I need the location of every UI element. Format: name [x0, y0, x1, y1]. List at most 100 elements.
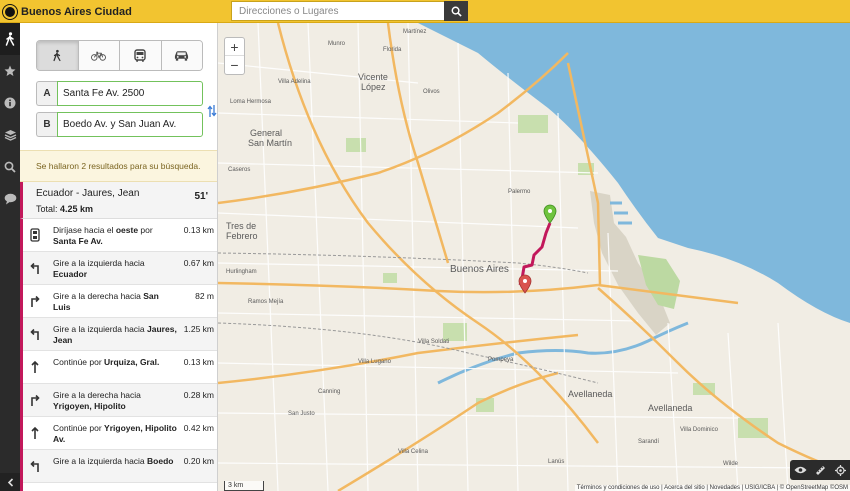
- eye-icon: [794, 466, 806, 474]
- rail-layers-button[interactable]: [0, 119, 20, 151]
- label-munro: Munro: [328, 41, 346, 47]
- route-step[interactable]: Gire a la izquierda hacia Ecuador 0.67 km: [23, 252, 217, 285]
- label-tres-de-febrero: Tres de Febrero: [226, 221, 258, 241]
- route-step[interactable]: Continúe por Yrigoyen, Hipolito Av. 0.42 …: [23, 417, 217, 450]
- step-street: Urquiza, Gral.: [104, 357, 160, 367]
- rail-favorites-button[interactable]: [0, 55, 20, 87]
- locate-icon: [834, 464, 846, 476]
- collapse-panel-button[interactable]: [0, 473, 20, 491]
- origin-label: A: [36, 81, 57, 106]
- mode-walk-button[interactable]: [37, 41, 79, 70]
- rail-chat-button[interactable]: [0, 183, 20, 215]
- step-connector: por: [138, 225, 153, 235]
- zoom-out-button[interactable]: −: [225, 56, 244, 74]
- route-step[interactable]: Gire a la izquierda hacia Boedo 0.20 km: [23, 450, 217, 483]
- label-olivos: Olivos: [423, 89, 440, 95]
- turn-right-icon: [29, 294, 41, 308]
- label-loma-hermosa: Loma Hermosa: [230, 99, 272, 105]
- route-total: Total: 4.25 km: [36, 204, 93, 214]
- step-street: Santa Fe Av.: [53, 236, 103, 246]
- label-ramos-mejia: Ramos Mejía: [248, 299, 284, 305]
- label-villa-celina: Villa Celina: [398, 449, 429, 455]
- chevron-left-icon: [7, 477, 13, 487]
- app-logo[interactable]: Buenos Aires Ciudad: [3, 3, 132, 20]
- label-villa-dominico: Villa Dominico: [680, 427, 719, 433]
- route-step[interactable]: Gire a la derecha hacia San Luis 82 m: [23, 285, 217, 318]
- label-san-justo: San Justo: [288, 411, 315, 417]
- step-text: Gire a la izquierda hacia Ecuador: [53, 258, 178, 280]
- origin-input[interactable]: [57, 81, 203, 106]
- city-logo-icon: [3, 4, 17, 19]
- rail-search-button[interactable]: [0, 151, 20, 183]
- bicycle-icon: [91, 51, 107, 61]
- destination-label: B: [36, 112, 57, 137]
- transport-mode-selector: [36, 40, 203, 71]
- route-step[interactable]: Diríjase hacia el oeste por Santa Fe Av.…: [23, 219, 217, 252]
- destination-row: B: [36, 112, 203, 137]
- straight-icon: [29, 426, 41, 440]
- label-florida: Florida: [383, 47, 402, 53]
- label-lanus: Lanús: [548, 459, 564, 465]
- route-step[interactable]: Continúe por Urquiza, Gral. 0.13 km: [23, 351, 217, 384]
- park: [738, 418, 768, 438]
- mode-car-button[interactable]: [161, 41, 202, 70]
- map-canvas[interactable]: Vicente López General San Martín Tres de Fe…: [218, 23, 850, 491]
- label-pompeya: Pompeya: [488, 357, 514, 363]
- route-step[interactable]: Gire a la izquierda hacia Jaures, Jean 1.…: [23, 318, 217, 351]
- straight-icon: [29, 360, 41, 374]
- step-street: Boedo: [147, 456, 174, 466]
- directions-panel: A B Se hallaron 2 resultados para su bús…: [20, 23, 218, 491]
- map-attribution[interactable]: Términos y condiciones de uso | Acerca d…: [574, 485, 850, 491]
- route-total-value: 4.25 km: [60, 204, 94, 214]
- route-step[interactable]: Gire a la derecha hacia Yrigoyen, Hipoli…: [23, 384, 217, 417]
- route-steps-list: Diríjase hacia el oeste por Santa Fe Av.…: [20, 219, 217, 491]
- top-bar: Buenos Aires Ciudad: [0, 0, 850, 23]
- step-text: Continúe por Urquiza, Gral.: [53, 357, 178, 368]
- label-wilde: Wilde: [723, 461, 739, 467]
- rail-directions-button[interactable]: [0, 23, 20, 55]
- label-martinez: Martínez: [403, 29, 426, 35]
- zoom-control: + −: [224, 37, 245, 75]
- route-summary[interactable]: Ecuador - Jaures, Jean 51' Total: 4.25 k…: [20, 182, 217, 219]
- walk-icon: [53, 49, 61, 62]
- left-rail: [0, 23, 20, 491]
- search-input[interactable]: [231, 1, 444, 21]
- step-instruction: Diríjase hacia el: [53, 225, 116, 235]
- label-villa-adelina: Villa Adelina: [278, 79, 311, 85]
- park: [518, 115, 548, 133]
- start-marker[interactable]: [543, 204, 557, 224]
- step-direction: oeste: [115, 225, 139, 235]
- start-icon: [29, 228, 41, 242]
- zoom-in-button[interactable]: +: [225, 38, 244, 56]
- turn-left-icon: [29, 327, 41, 341]
- step-text: Gire a la derecha hacia San Luis: [53, 291, 178, 313]
- walk-icon: [5, 32, 15, 46]
- label-villa-soldati: Villa Soldati: [418, 339, 449, 345]
- destination-input[interactable]: [57, 112, 203, 137]
- map-view[interactable]: Vicente López General San Martín Tres de Fe…: [218, 23, 850, 491]
- turn-left-icon: [29, 459, 41, 473]
- bus-icon: [134, 49, 146, 62]
- step-distance: 0.13 km: [183, 357, 214, 367]
- app-title: Buenos Aires Ciudad: [21, 5, 132, 18]
- rail-info-button[interactable]: [0, 87, 20, 119]
- search-icon: [4, 161, 16, 173]
- step-distance: 0.13 km: [183, 225, 214, 235]
- locate-button[interactable]: [830, 460, 850, 480]
- step-text: Gire a la izquierda hacia Boedo: [53, 456, 178, 467]
- measure-button[interactable]: [810, 460, 830, 480]
- ruler-icon: [815, 465, 825, 475]
- step-street: Ecuador: [53, 269, 88, 279]
- swap-addresses-icon[interactable]: [207, 104, 217, 118]
- mode-bicycle-button[interactable]: [78, 41, 120, 70]
- label-buenos-aires: Buenos Aires: [450, 264, 509, 275]
- step-street: Yrigoyen, Hipolito: [53, 401, 126, 411]
- search-button[interactable]: [444, 1, 468, 21]
- label-avellaneda-city: Avellaneda: [648, 403, 692, 413]
- step-text: Diríjase hacia el oeste por Santa Fe Av.: [53, 225, 178, 247]
- label-villa-lugano: Villa Lugano: [358, 359, 392, 365]
- turn-right-icon: [29, 393, 41, 407]
- label-vicente-lopez: Vicente López: [358, 72, 388, 92]
- mode-bus-button[interactable]: [120, 41, 162, 70]
- visibility-button[interactable]: [790, 460, 810, 480]
